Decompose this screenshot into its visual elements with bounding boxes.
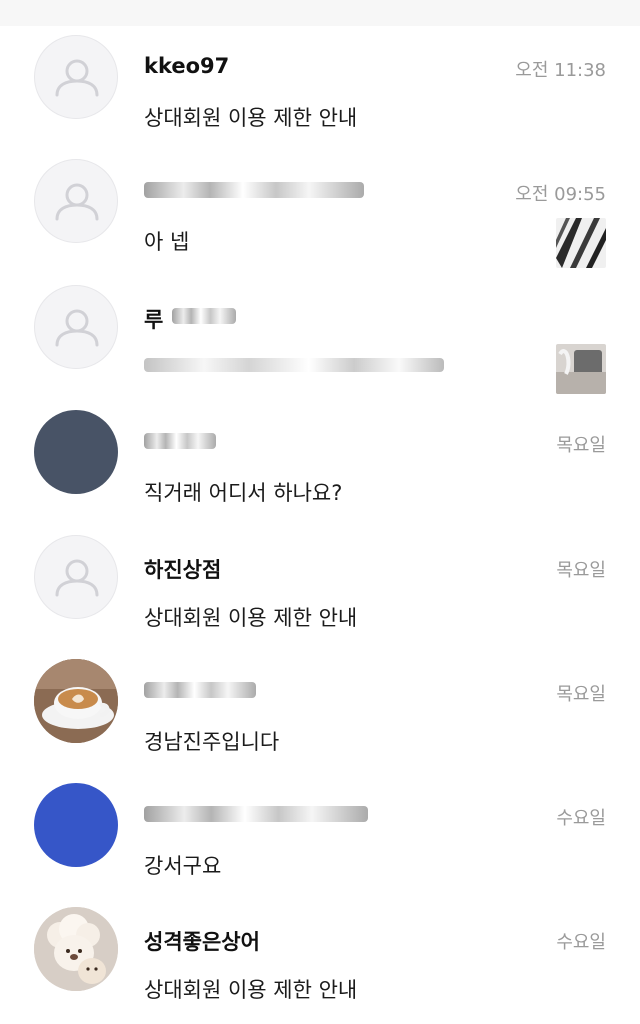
chat-last-message: 직거래 어디서 하나요? xyxy=(144,481,343,505)
chat-time: 목요일 xyxy=(556,435,606,456)
chat-name: kkeo97 xyxy=(144,54,230,78)
chat-row[interactable]: 경남진주입니다 목요일 xyxy=(0,642,640,766)
item-thumbnail xyxy=(556,344,606,394)
chat-last-message: 경남진주입니다 xyxy=(144,730,280,754)
blurred-chat-name xyxy=(144,433,216,449)
bear-photo xyxy=(34,907,118,991)
blurred-chat-message xyxy=(144,358,444,372)
coffee-photo xyxy=(34,659,118,743)
chat-time: 수요일 xyxy=(556,932,606,953)
chat-time: 수요일 xyxy=(556,808,606,829)
chat-name: 루 xyxy=(144,308,164,332)
default-user-icon xyxy=(34,35,118,119)
chat-time: 오전 09:55 xyxy=(515,184,606,205)
chat-row[interactable]: 하진상점 상대회원 이용 제한 안내 목요일 xyxy=(0,518,640,642)
blue-avatar xyxy=(34,783,118,867)
item-thumbnail xyxy=(556,218,606,268)
chat-row[interactable]: 아 넵 오전 09:55 xyxy=(0,142,640,268)
chat-last-message: 아 넵 xyxy=(144,230,190,254)
chat-last-message: 상대회원 이용 제한 안내 xyxy=(144,978,358,1002)
chat-time: 목요일 xyxy=(556,560,606,581)
chat-last-message: 강서구요 xyxy=(144,854,222,878)
blurred-chat-name xyxy=(144,182,364,198)
chat-row[interactable]: 루 xyxy=(0,268,640,394)
chat-row[interactable]: 강서구요 수요일 xyxy=(0,766,640,890)
chat-last-message: 상대회원 이용 제한 안내 xyxy=(144,606,358,630)
chat-time: 오전 11:38 xyxy=(515,60,606,81)
default-user-icon xyxy=(34,159,118,243)
chat-row[interactable]: 성격좋은상어 상대회원 이용 제한 안내 수요일 xyxy=(0,890,640,1014)
chat-time: 목요일 xyxy=(556,684,606,705)
blurred-chat-name xyxy=(144,682,256,698)
chat-row[interactable]: kkeo97 상대회원 이용 제한 안내 오전 11:38 xyxy=(0,18,640,142)
chat-last-message: 상대회원 이용 제한 안내 xyxy=(144,106,358,130)
chat-row[interactable]: 직거래 어디서 하나요? 목요일 xyxy=(0,393,640,517)
chat-name: 성격좋은상어 xyxy=(144,930,260,954)
navy-avatar xyxy=(34,410,118,494)
blurred-chat-name xyxy=(172,308,236,324)
default-user-icon xyxy=(34,535,118,619)
default-user-icon xyxy=(34,285,118,369)
chat-name: 하진상점 xyxy=(144,558,222,582)
blurred-chat-name xyxy=(144,806,368,822)
